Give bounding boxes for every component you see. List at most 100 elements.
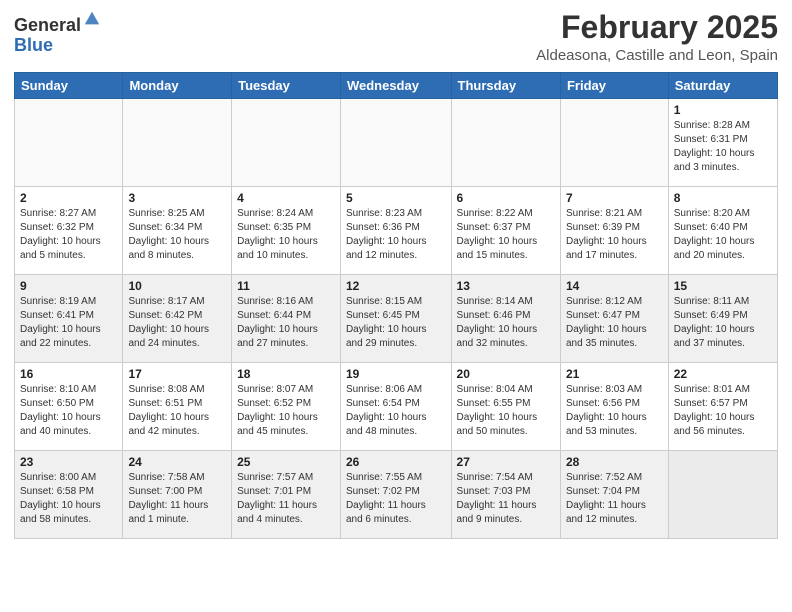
day-info: Sunrise: 8:14 AM Sunset: 6:46 PM Dayligh…: [457, 295, 555, 351]
day-number: 11: [237, 279, 335, 293]
calendar-day-cell: 16 Sunrise: 8:10 AM Sunset: 6:50 PM Dayli…: [15, 363, 123, 451]
calendar-day-cell: 15 Sunrise: 8:11 AM Sunset: 6:49 PM Dayli…: [668, 275, 777, 363]
day-info: Sunrise: 7:58 AM Sunset: 7:00 PM Dayligh…: [128, 471, 226, 527]
title-area: February 2025 Aldeasona, Castille and Le…: [536, 10, 778, 64]
calendar-table: SundayMondayTuesdayWednesdayThursdayFrid…: [14, 72, 778, 539]
day-number: 25: [237, 455, 335, 469]
day-info: Sunrise: 8:16 AM Sunset: 6:44 PM Dayligh…: [237, 295, 335, 351]
calendar-day-cell: [123, 99, 232, 187]
day-number: 18: [237, 367, 335, 381]
calendar-day-cell: 3 Sunrise: 8:25 AM Sunset: 6:34 PM Daylig…: [123, 187, 232, 275]
calendar-day-cell: [668, 451, 777, 539]
weekday-header-sunday: Sunday: [15, 73, 123, 99]
calendar-day-cell: 21 Sunrise: 8:03 AM Sunset: 6:56 PM Dayli…: [560, 363, 668, 451]
location-title: Aldeasona, Castille and Leon, Spain: [536, 47, 778, 64]
calendar-day-cell: 8 Sunrise: 8:20 AM Sunset: 6:40 PM Daylig…: [668, 187, 777, 275]
calendar-day-cell: 1Sunrise: 8:28 AM Sunset: 6:31 PM Daylig…: [668, 99, 777, 187]
weekday-header-monday: Monday: [123, 73, 232, 99]
calendar-week-row: 23 Sunrise: 8:00 AM Sunset: 6:58 PM Dayli…: [15, 451, 778, 539]
calendar-week-row: 16 Sunrise: 8:10 AM Sunset: 6:50 PM Dayli…: [15, 363, 778, 451]
day-number: 5: [346, 191, 446, 205]
calendar-day-cell: 7 Sunrise: 8:21 AM Sunset: 6:39 PM Daylig…: [560, 187, 668, 275]
weekday-header-wednesday: Wednesday: [340, 73, 451, 99]
day-info: Sunrise: 7:55 AM Sunset: 7:02 PM Dayligh…: [346, 471, 446, 527]
day-info: Sunrise: 8:23 AM Sunset: 6:36 PM Dayligh…: [346, 207, 446, 263]
calendar-day-cell: 2 Sunrise: 8:27 AM Sunset: 6:32 PM Daylig…: [15, 187, 123, 275]
calendar-day-cell: 23 Sunrise: 8:00 AM Sunset: 6:58 PM Dayli…: [15, 451, 123, 539]
calendar-day-cell: 17 Sunrise: 8:08 AM Sunset: 6:51 PM Dayli…: [123, 363, 232, 451]
calendar-day-cell: [15, 99, 123, 187]
day-info: Sunrise: 8:11 AM Sunset: 6:49 PM Dayligh…: [674, 295, 772, 351]
day-info: Sunrise: 8:10 AM Sunset: 6:50 PM Dayligh…: [20, 383, 117, 439]
day-info: Sunrise: 8:24 AM Sunset: 6:35 PM Dayligh…: [237, 207, 335, 263]
day-number: 15: [674, 279, 772, 293]
day-info: Sunrise: 8:15 AM Sunset: 6:45 PM Dayligh…: [346, 295, 446, 351]
logo-general: General: [14, 16, 81, 36]
day-info: Sunrise: 8:25 AM Sunset: 6:34 PM Dayligh…: [128, 207, 226, 263]
day-number: 28: [566, 455, 663, 469]
calendar-day-cell: 19Sunrise: 8:06 AM Sunset: 6:54 PM Dayli…: [340, 363, 451, 451]
calendar-day-cell: 4 Sunrise: 8:24 AM Sunset: 6:35 PM Daylig…: [232, 187, 341, 275]
day-info: Sunrise: 8:20 AM Sunset: 6:40 PM Dayligh…: [674, 207, 772, 263]
logo-icon: [83, 10, 101, 28]
day-info: Sunrise: 8:07 AM Sunset: 6:52 PM Dayligh…: [237, 383, 335, 439]
day-number: 24: [128, 455, 226, 469]
calendar-day-cell: 6Sunrise: 8:22 AM Sunset: 6:37 PM Daylig…: [451, 187, 560, 275]
day-info: Sunrise: 8:04 AM Sunset: 6:55 PM Dayligh…: [457, 383, 555, 439]
calendar-day-cell: 10 Sunrise: 8:17 AM Sunset: 6:42 PM Dayli…: [123, 275, 232, 363]
calendar-day-cell: [232, 99, 341, 187]
logo-blue: Blue: [14, 36, 101, 56]
month-title: February 2025: [536, 10, 778, 45]
day-info: Sunrise: 8:17 AM Sunset: 6:42 PM Dayligh…: [128, 295, 226, 351]
calendar-day-cell: 20Sunrise: 8:04 AM Sunset: 6:55 PM Dayli…: [451, 363, 560, 451]
page: General Blue February 2025 Aldeasona, Ca…: [0, 0, 792, 553]
calendar-day-cell: [340, 99, 451, 187]
day-info: Sunrise: 8:00 AM Sunset: 6:58 PM Dayligh…: [20, 471, 117, 527]
day-number: 3: [128, 191, 226, 205]
calendar-day-cell: 14Sunrise: 8:12 AM Sunset: 6:47 PM Dayli…: [560, 275, 668, 363]
calendar-day-cell: [451, 99, 560, 187]
day-number: 10: [128, 279, 226, 293]
day-number: 23: [20, 455, 117, 469]
day-number: 9: [20, 279, 117, 293]
calendar-day-cell: 25 Sunrise: 7:57 AM Sunset: 7:01 PM Dayli…: [232, 451, 341, 539]
calendar-day-cell: 12 Sunrise: 8:15 AM Sunset: 6:45 PM Dayli…: [340, 275, 451, 363]
day-info: Sunrise: 8:12 AM Sunset: 6:47 PM Dayligh…: [566, 295, 663, 351]
day-number: 8: [674, 191, 772, 205]
day-number: 6: [457, 191, 555, 205]
day-number: 21: [566, 367, 663, 381]
day-number: 4: [237, 191, 335, 205]
calendar-day-cell: 18 Sunrise: 8:07 AM Sunset: 6:52 PM Dayli…: [232, 363, 341, 451]
calendar-day-cell: 27 Sunrise: 7:54 AM Sunset: 7:03 PM Dayli…: [451, 451, 560, 539]
day-number: 12: [346, 279, 446, 293]
logo-area: General Blue: [14, 16, 101, 56]
day-info: Sunrise: 8:21 AM Sunset: 6:39 PM Dayligh…: [566, 207, 663, 263]
day-info: Sunrise: 8:08 AM Sunset: 6:51 PM Dayligh…: [128, 383, 226, 439]
day-info: Sunrise: 7:54 AM Sunset: 7:03 PM Dayligh…: [457, 471, 555, 527]
day-info: Sunrise: 8:27 AM Sunset: 6:32 PM Dayligh…: [20, 207, 117, 263]
logo-text: General Blue: [14, 16, 101, 56]
calendar-day-cell: 28 Sunrise: 7:52 AM Sunset: 7:04 PM Dayli…: [560, 451, 668, 539]
weekday-header-friday: Friday: [560, 73, 668, 99]
weekday-header-row: SundayMondayTuesdayWednesdayThursdayFrid…: [15, 73, 778, 99]
calendar-week-row: 1Sunrise: 8:28 AM Sunset: 6:31 PM Daylig…: [15, 99, 778, 187]
calendar-day-cell: 11 Sunrise: 8:16 AM Sunset: 6:44 PM Dayli…: [232, 275, 341, 363]
day-number: 7: [566, 191, 663, 205]
day-number: 16: [20, 367, 117, 381]
day-info: Sunrise: 7:52 AM Sunset: 7:04 PM Dayligh…: [566, 471, 663, 527]
day-number: 13: [457, 279, 555, 293]
day-number: 27: [457, 455, 555, 469]
day-number: 17: [128, 367, 226, 381]
calendar-day-cell: 22Sunrise: 8:01 AM Sunset: 6:57 PM Dayli…: [668, 363, 777, 451]
day-number: 1: [674, 103, 772, 117]
day-number: 26: [346, 455, 446, 469]
weekday-header-tuesday: Tuesday: [232, 73, 341, 99]
day-number: 2: [20, 191, 117, 205]
calendar-day-cell: 9 Sunrise: 8:19 AM Sunset: 6:41 PM Daylig…: [15, 275, 123, 363]
day-info: Sunrise: 8:03 AM Sunset: 6:56 PM Dayligh…: [566, 383, 663, 439]
calendar-day-cell: 26 Sunrise: 7:55 AM Sunset: 7:02 PM Dayli…: [340, 451, 451, 539]
day-info: Sunrise: 8:19 AM Sunset: 6:41 PM Dayligh…: [20, 295, 117, 351]
day-info: Sunrise: 7:57 AM Sunset: 7:01 PM Dayligh…: [237, 471, 335, 527]
day-info: Sunrise: 8:06 AM Sunset: 6:54 PM Dayligh…: [346, 383, 446, 439]
calendar-day-cell: 13 Sunrise: 8:14 AM Sunset: 6:46 PM Dayli…: [451, 275, 560, 363]
